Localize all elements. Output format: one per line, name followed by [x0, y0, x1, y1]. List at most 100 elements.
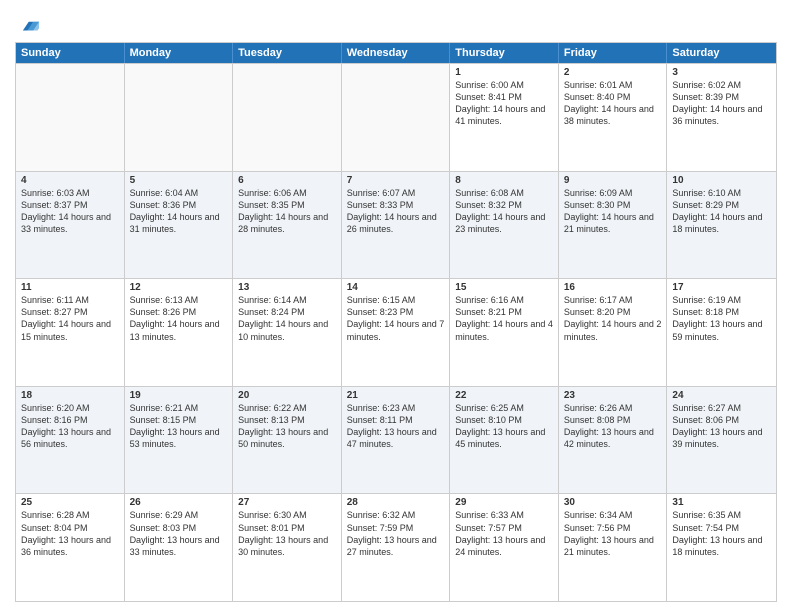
cal-cell-4-6: 31Sunrise: 6:35 AMSunset: 7:54 PMDayligh…	[667, 494, 776, 601]
day-number: 22	[455, 390, 553, 401]
calendar-header-row: SundayMondayTuesdayWednesdayThursdayFrid…	[16, 43, 776, 63]
cal-cell-3-6: 24Sunrise: 6:27 AMSunset: 8:06 PMDayligh…	[667, 387, 776, 494]
col-header-monday: Monday	[125, 43, 234, 63]
daylight-line: Daylight: 14 hours and 36 minutes.	[672, 103, 771, 127]
sunrise-line: Sunrise: 6:35 AM	[672, 509, 771, 521]
sunset-line: Sunset: 8:10 PM	[455, 414, 553, 426]
sunrise-line: Sunrise: 6:15 AM	[347, 294, 445, 306]
cal-cell-0-5: 2Sunrise: 6:01 AMSunset: 8:40 PMDaylight…	[559, 64, 668, 171]
cal-cell-4-5: 30Sunrise: 6:34 AMSunset: 7:56 PMDayligh…	[559, 494, 668, 601]
sunrise-line: Sunrise: 6:02 AM	[672, 79, 771, 91]
cal-cell-2-5: 16Sunrise: 6:17 AMSunset: 8:20 PMDayligh…	[559, 279, 668, 386]
daylight-line: Daylight: 13 hours and 39 minutes.	[672, 426, 771, 450]
sunset-line: Sunset: 8:30 PM	[564, 199, 662, 211]
day-number: 17	[672, 282, 771, 293]
daylight-line: Daylight: 13 hours and 47 minutes.	[347, 426, 445, 450]
daylight-line: Daylight: 13 hours and 18 minutes.	[672, 534, 771, 558]
daylight-line: Daylight: 13 hours and 56 minutes.	[21, 426, 119, 450]
daylight-line: Daylight: 14 hours and 28 minutes.	[238, 211, 336, 235]
sunrise-line: Sunrise: 6:11 AM	[21, 294, 119, 306]
day-number: 21	[347, 390, 445, 401]
sunset-line: Sunset: 7:57 PM	[455, 522, 553, 534]
day-number: 14	[347, 282, 445, 293]
daylight-line: Daylight: 13 hours and 50 minutes.	[238, 426, 336, 450]
day-number: 10	[672, 175, 771, 186]
daylight-line: Daylight: 13 hours and 36 minutes.	[21, 534, 119, 558]
daylight-line: Daylight: 13 hours and 33 minutes.	[130, 534, 228, 558]
sunset-line: Sunset: 8:13 PM	[238, 414, 336, 426]
sunrise-line: Sunrise: 6:07 AM	[347, 187, 445, 199]
cal-cell-4-0: 25Sunrise: 6:28 AMSunset: 8:04 PMDayligh…	[16, 494, 125, 601]
daylight-line: Daylight: 14 hours and 26 minutes.	[347, 211, 445, 235]
day-number: 13	[238, 282, 336, 293]
col-header-thursday: Thursday	[450, 43, 559, 63]
cal-cell-3-4: 22Sunrise: 6:25 AMSunset: 8:10 PMDayligh…	[450, 387, 559, 494]
cal-cell-1-3: 7Sunrise: 6:07 AMSunset: 8:33 PMDaylight…	[342, 172, 451, 279]
sunrise-line: Sunrise: 6:21 AM	[130, 402, 228, 414]
sunset-line: Sunset: 8:11 PM	[347, 414, 445, 426]
sunrise-line: Sunrise: 6:19 AM	[672, 294, 771, 306]
day-number: 27	[238, 497, 336, 508]
daylight-line: Daylight: 14 hours and 23 minutes.	[455, 211, 553, 235]
day-number: 11	[21, 282, 119, 293]
daylight-line: Daylight: 14 hours and 7 minutes.	[347, 318, 445, 342]
day-number: 29	[455, 497, 553, 508]
daylight-line: Daylight: 14 hours and 15 minutes.	[21, 318, 119, 342]
sunrise-line: Sunrise: 6:04 AM	[130, 187, 228, 199]
sunset-line: Sunset: 8:40 PM	[564, 91, 662, 103]
day-number: 16	[564, 282, 662, 293]
day-number: 2	[564, 67, 662, 78]
daylight-line: Daylight: 14 hours and 41 minutes.	[455, 103, 553, 127]
col-header-tuesday: Tuesday	[233, 43, 342, 63]
logo-icon	[17, 14, 39, 36]
cal-row-3: 18Sunrise: 6:20 AMSunset: 8:16 PMDayligh…	[16, 386, 776, 494]
sunset-line: Sunset: 8:23 PM	[347, 306, 445, 318]
cal-cell-0-0	[16, 64, 125, 171]
daylight-line: Daylight: 14 hours and 21 minutes.	[564, 211, 662, 235]
day-number: 3	[672, 67, 771, 78]
sunrise-line: Sunrise: 6:00 AM	[455, 79, 553, 91]
day-number: 20	[238, 390, 336, 401]
day-number: 9	[564, 175, 662, 186]
cal-cell-0-2	[233, 64, 342, 171]
sunrise-line: Sunrise: 6:03 AM	[21, 187, 119, 199]
cal-cell-3-1: 19Sunrise: 6:21 AMSunset: 8:15 PMDayligh…	[125, 387, 234, 494]
sunrise-line: Sunrise: 6:14 AM	[238, 294, 336, 306]
sunset-line: Sunset: 8:36 PM	[130, 199, 228, 211]
cal-cell-0-3	[342, 64, 451, 171]
sunrise-line: Sunrise: 6:29 AM	[130, 509, 228, 521]
day-number: 28	[347, 497, 445, 508]
cal-cell-1-1: 5Sunrise: 6:04 AMSunset: 8:36 PMDaylight…	[125, 172, 234, 279]
sunrise-line: Sunrise: 6:32 AM	[347, 509, 445, 521]
col-header-wednesday: Wednesday	[342, 43, 451, 63]
sunrise-line: Sunrise: 6:33 AM	[455, 509, 553, 521]
sunset-line: Sunset: 8:18 PM	[672, 306, 771, 318]
day-number: 4	[21, 175, 119, 186]
day-number: 30	[564, 497, 662, 508]
cal-cell-1-4: 8Sunrise: 6:08 AMSunset: 8:32 PMDaylight…	[450, 172, 559, 279]
sunset-line: Sunset: 8:24 PM	[238, 306, 336, 318]
cal-cell-4-4: 29Sunrise: 6:33 AMSunset: 7:57 PMDayligh…	[450, 494, 559, 601]
sunrise-line: Sunrise: 6:23 AM	[347, 402, 445, 414]
sunset-line: Sunset: 8:03 PM	[130, 522, 228, 534]
sunrise-line: Sunrise: 6:13 AM	[130, 294, 228, 306]
daylight-line: Daylight: 13 hours and 42 minutes.	[564, 426, 662, 450]
cal-cell-3-5: 23Sunrise: 6:26 AMSunset: 8:08 PMDayligh…	[559, 387, 668, 494]
daylight-line: Daylight: 13 hours and 21 minutes.	[564, 534, 662, 558]
daylight-line: Daylight: 13 hours and 53 minutes.	[130, 426, 228, 450]
sunrise-line: Sunrise: 6:30 AM	[238, 509, 336, 521]
sunrise-line: Sunrise: 6:28 AM	[21, 509, 119, 521]
sunrise-line: Sunrise: 6:34 AM	[564, 509, 662, 521]
cal-cell-0-4: 1Sunrise: 6:00 AMSunset: 8:41 PMDaylight…	[450, 64, 559, 171]
logo	[15, 14, 39, 36]
day-number: 19	[130, 390, 228, 401]
sunset-line: Sunset: 7:54 PM	[672, 522, 771, 534]
daylight-line: Daylight: 13 hours and 24 minutes.	[455, 534, 553, 558]
cal-cell-2-4: 15Sunrise: 6:16 AMSunset: 8:21 PMDayligh…	[450, 279, 559, 386]
sunset-line: Sunset: 8:16 PM	[21, 414, 119, 426]
page: SundayMondayTuesdayWednesdayThursdayFrid…	[0, 0, 792, 612]
sunset-line: Sunset: 8:20 PM	[564, 306, 662, 318]
sunset-line: Sunset: 7:56 PM	[564, 522, 662, 534]
cal-row-1: 4Sunrise: 6:03 AMSunset: 8:37 PMDaylight…	[16, 171, 776, 279]
sunrise-line: Sunrise: 6:01 AM	[564, 79, 662, 91]
